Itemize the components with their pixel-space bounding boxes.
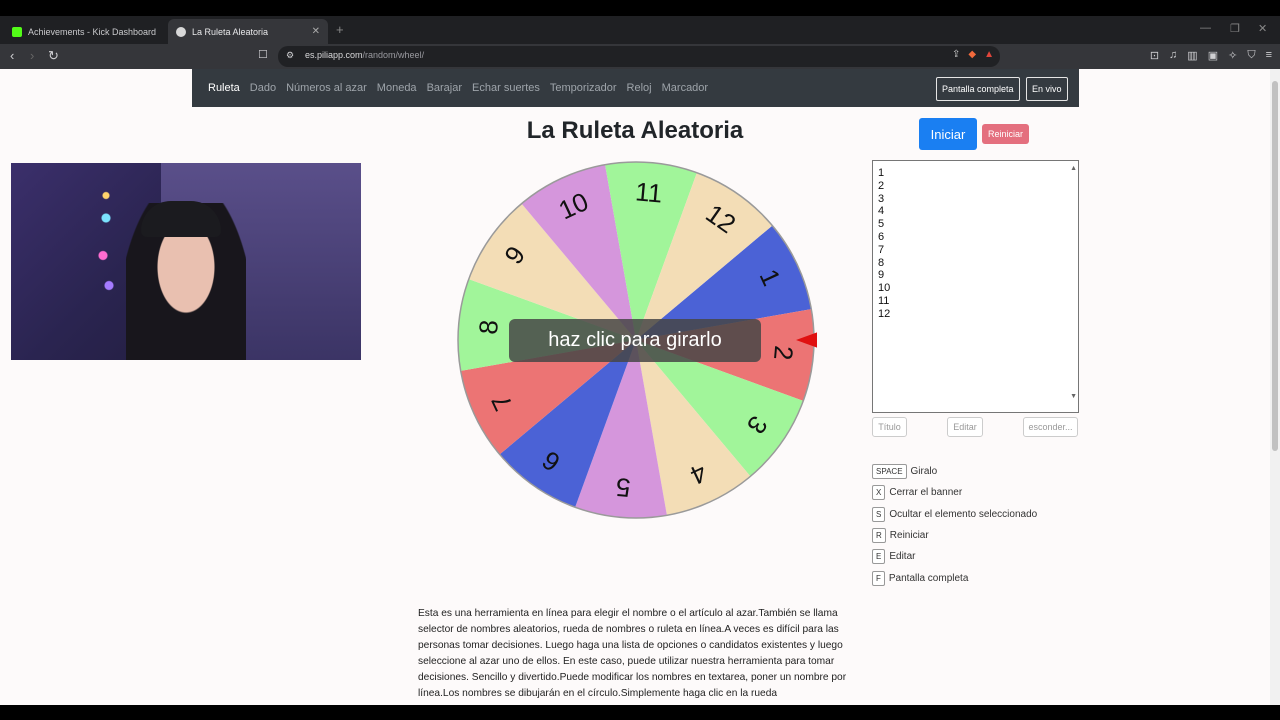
- kick-favicon-icon: [12, 26, 22, 37]
- tab-search-icon[interactable]: ⊡: [1150, 49, 1159, 62]
- media-icon[interactable]: ♫: [1169, 49, 1177, 62]
- tab-ruleta[interactable]: La Ruleta Aleatoria ✕: [168, 19, 328, 44]
- fullscreen-button[interactable]: Pantalla completa: [936, 77, 1020, 101]
- shortcut-key: F: [872, 570, 885, 586]
- new-tab-icon[interactable]: +: [336, 22, 344, 37]
- wheel-segment-label: 11: [634, 176, 664, 208]
- scrollbar-thumb[interactable]: [1272, 81, 1278, 451]
- address-bar: ‹ › ↻ ☐ ⚙ es.piliapp.com/random/wheel/ ⇪…: [0, 44, 1280, 69]
- close-window-icon[interactable]: ✕: [1258, 22, 1267, 35]
- maximize-icon[interactable]: ❐: [1230, 22, 1240, 35]
- site-info-icon[interactable]: ⚙: [286, 50, 294, 61]
- browser-window: Achievements - Kick Dashboard La Ruleta …: [0, 0, 1280, 720]
- page-content: Ruleta Dado Números al azar Moneda Baraj…: [0, 69, 1270, 705]
- leo-icon[interactable]: ✧: [1228, 49, 1237, 62]
- nav-link-reloj[interactable]: Reloj: [627, 82, 652, 94]
- sidebar-icon[interactable]: ▥: [1187, 49, 1197, 62]
- brave-shield-icon[interactable]: ◆: [968, 49, 976, 60]
- url-icons: ⇪ ◆ ▲: [952, 49, 994, 60]
- nav-link-barajar[interactable]: Barajar: [427, 82, 462, 94]
- vpn-icon[interactable]: ⛉: [1247, 49, 1255, 62]
- spin-banner[interactable]: haz clic para girarlo: [509, 319, 761, 362]
- webcam-lights: [91, 173, 121, 323]
- title-button[interactable]: Título: [872, 417, 907, 437]
- reset-button[interactable]: Reiniciar: [982, 124, 1029, 144]
- page-title: La Ruleta Aleatoria: [526, 117, 744, 144]
- description-text: Esta es una herramienta en línea para el…: [418, 608, 847, 699]
- toolbar-right: ⊡ ♫ ▥ ▣ ✧ ⛉ ≡: [1150, 49, 1272, 62]
- shortcut-item: R Reiniciar: [872, 525, 1037, 546]
- shortcut-key: E: [872, 549, 886, 565]
- shortcut-key: S: [872, 506, 886, 522]
- shortcut-label: Pantalla completa: [888, 572, 969, 584]
- scroll-up-icon[interactable]: ▲: [1070, 163, 1077, 176]
- shortcut-item: E Editar: [872, 546, 1037, 567]
- shortcut-label: Giralo: [910, 466, 938, 478]
- shortcut-label: Editar: [889, 551, 916, 563]
- shortcut-item: X Cerrar el banner: [872, 482, 1037, 503]
- url-domain: es.piliapp.com: [305, 50, 363, 60]
- wheel-segment-label: 2: [768, 344, 799, 361]
- scroll-down-icon[interactable]: ▼: [1070, 391, 1077, 404]
- page-scrollbar[interactable]: [1270, 69, 1280, 705]
- names-text: 1 2 3 4 5 6 7 8 9 10 11 12: [878, 167, 891, 320]
- shortcut-label: Reiniciar: [889, 530, 929, 542]
- edit-button[interactable]: Editar: [947, 417, 983, 437]
- close-tab-icon[interactable]: ✕: [312, 26, 320, 37]
- shortcut-label: Ocultar el elemento seleccionado: [889, 508, 1038, 520]
- minimize-icon[interactable]: —: [1200, 22, 1211, 34]
- shortcut-key: SPACE: [872, 464, 907, 480]
- site-navbar: Ruleta Dado Números al azar Moneda Baraj…: [192, 69, 1079, 107]
- wheel-segment-label: 5: [615, 472, 632, 503]
- shortcut-key: X: [872, 485, 886, 501]
- forward-icon[interactable]: ›: [30, 48, 34, 63]
- hide-button[interactable]: esconder...: [1023, 417, 1078, 437]
- bookmark-icon[interactable]: ☐: [258, 48, 268, 61]
- rewards-icon[interactable]: ▲: [984, 49, 994, 60]
- names-textarea[interactable]: 1 2 3 4 5 6 7 8 9 10 11 12 ▲ ▼: [872, 160, 1079, 413]
- nav-link-ruleta[interactable]: Ruleta: [208, 82, 240, 94]
- nav-link-moneda[interactable]: Moneda: [377, 82, 417, 94]
- webcam-overlay: [11, 163, 361, 360]
- shortcut-item: F Pantalla completa: [872, 567, 1037, 588]
- webcam-hat: [141, 201, 221, 237]
- piliapp-favicon-icon: [176, 26, 186, 37]
- shortcut-item: S Ocultar el elemento seleccionado: [872, 504, 1037, 525]
- shortcut-list: SPACE Giralo X Cerrar el banner S Ocultar e…: [872, 461, 1037, 589]
- tab-kick-dashboard[interactable]: Achievements - Kick Dashboard: [4, 19, 164, 44]
- wallet-icon[interactable]: ▣: [1208, 49, 1218, 62]
- taskbar-strip: [0, 705, 1280, 720]
- share-icon[interactable]: ⇪: [952, 49, 960, 60]
- start-button[interactable]: Iniciar: [919, 118, 977, 150]
- shortcut-key: R: [872, 528, 886, 544]
- tab-title: Achievements - Kick Dashboard: [28, 26, 156, 37]
- reload-icon[interactable]: ↻: [48, 48, 59, 64]
- tab-title: La Ruleta Aleatoria: [192, 26, 269, 37]
- nav-link-numeros[interactable]: Números al azar: [286, 82, 367, 94]
- shortcut-item: SPACE Giralo: [872, 461, 1037, 482]
- back-icon[interactable]: ‹: [10, 48, 14, 63]
- nav-link-marcador[interactable]: Marcador: [662, 82, 708, 94]
- shortcut-label: Cerrar el banner: [889, 487, 963, 499]
- url-path: /random/wheel/: [362, 50, 425, 60]
- url-field[interactable]: ⚙ es.piliapp.com/random/wheel/ ⇪ ◆ ▲: [278, 46, 1000, 67]
- tab-bar: Achievements - Kick Dashboard La Ruleta …: [0, 0, 1280, 44]
- url-text: es.piliapp.com/random/wheel/: [305, 50, 424, 60]
- nav-link-dado[interactable]: Dado: [250, 82, 276, 94]
- nav-link-temporizador[interactable]: Temporizador: [550, 82, 617, 94]
- nav-link-echar-suertes[interactable]: Echar suertes: [472, 82, 540, 94]
- wheel-segment-label: 8: [473, 319, 504, 336]
- menu-icon[interactable]: ≡: [1266, 49, 1272, 62]
- live-button[interactable]: En vivo: [1026, 77, 1068, 101]
